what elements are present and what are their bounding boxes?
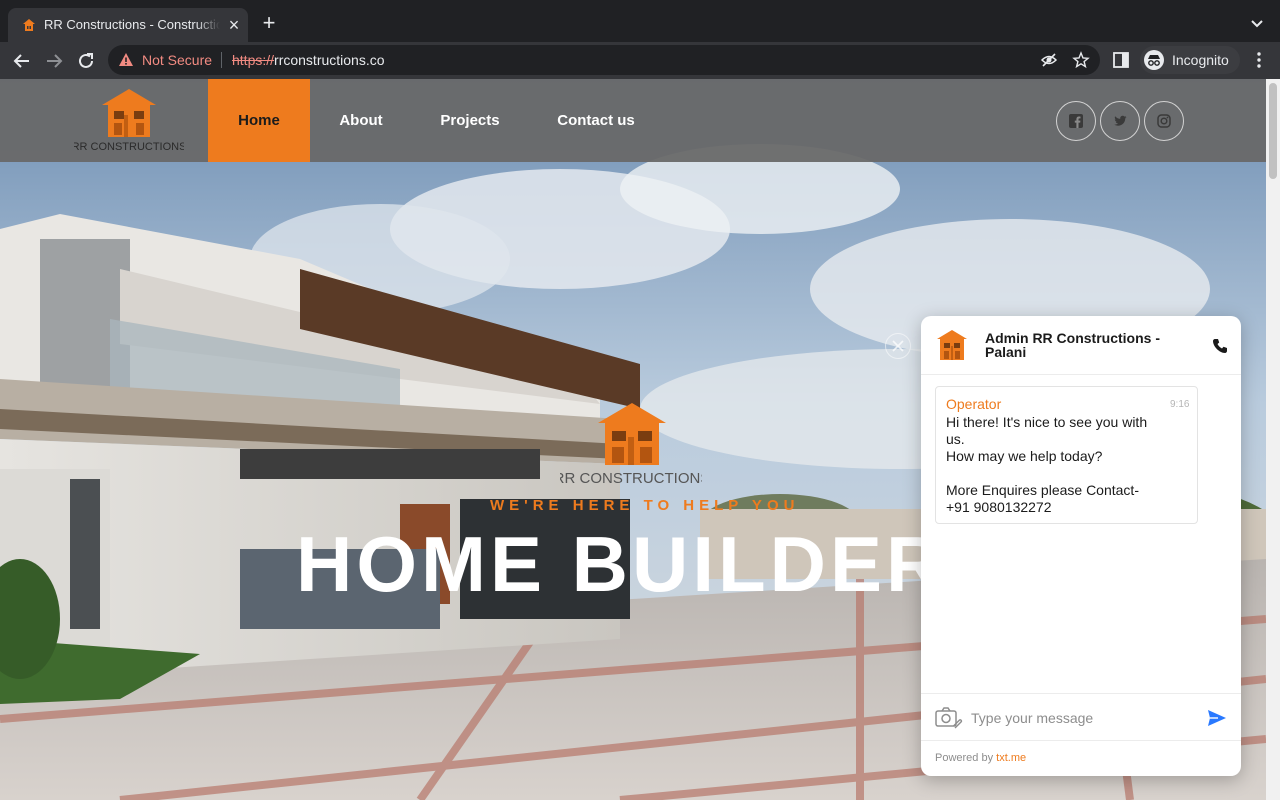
message-text: Hi there! It's nice to see you with us. … [946,414,1148,515]
message-time: 9:16 [1170,399,1190,410]
hero-title: HOME BUILDER [296,520,947,608]
incognito-badge[interactable]: Incognito [1140,46,1240,74]
phone-icon[interactable] [1211,337,1229,355]
message-author: Operator [946,396,1002,412]
powered-by: Powered by txt.me [935,752,1026,764]
send-icon[interactable] [1207,708,1227,728]
camera-attach-icon[interactable] [934,705,964,731]
address-divider [221,52,222,68]
incognito-icon [1144,50,1164,70]
tab-title: RR Constructions - Constructio [44,17,220,35]
chat-message: Operator 9:16 Hi there! It's nice to see… [935,386,1198,524]
new-tab-button[interactable]: + [258,12,280,34]
nav-projects[interactable]: Projects [412,79,528,162]
twitter-button[interactable] [1100,101,1140,141]
back-arrow-icon[interactable] [10,49,34,73]
chat-widget: Admin RR Constructions - Palani Operator… [921,316,1241,776]
page-viewport: RR CONSTRUCTIONS Home About Projects Con… [0,79,1280,800]
nav-contact-us[interactable]: Contact us [528,79,664,162]
chat-dismiss-button[interactable] [885,333,911,359]
hero-tagline: WE'RE HERE TO HELP YOU [490,497,800,514]
hero-logo-text: RR CONSTRUCTIONS [560,470,702,487]
page-scrollbar[interactable] [1266,79,1280,800]
close-icon [892,340,904,352]
hero-logo: RR CONSTRUCTIONS [560,403,702,487]
site-logo[interactable]: RR CONSTRUCTIONS [74,85,184,159]
address-bar[interactable]: Not Secure https://rrconstructions.co [108,45,1100,75]
agent-name: Admin RR Constructions - Palani [985,330,1160,360]
side-panel-icon[interactable] [1112,51,1130,69]
browser-toolbar: Not Secure https://rrconstructions.co In… [0,42,1280,79]
tab-search-chevron-icon[interactable] [1248,14,1266,32]
facebook-button[interactable] [1056,101,1096,141]
url-scheme: https:// [232,52,275,68]
message-input[interactable] [971,702,1191,734]
reload-icon[interactable] [74,49,98,73]
url-text[interactable]: https://rrconstructions.co [232,52,385,68]
nav-about[interactable]: About [310,79,412,162]
agent-avatar [937,330,967,360]
instagram-button[interactable] [1144,101,1184,141]
bookmark-star-icon[interactable] [1072,51,1090,69]
site-logo-text: RR CONSTRUCTIONS [74,141,184,153]
site-header: RR CONSTRUCTIONS Home About Projects Con… [0,79,1266,162]
chat-composer [921,693,1241,741]
warning-icon [119,53,133,66]
not-secure-label[interactable]: Not Secure [142,52,212,68]
instagram-icon [1157,114,1171,128]
url-host: rrconstructions.co [274,52,385,68]
twitter-icon [1114,115,1127,126]
nav-home[interactable]: Home [208,79,310,162]
browser-tab[interactable]: RR Constructions - Constructio × [8,8,248,42]
eye-slash-icon[interactable] [1040,51,1058,69]
powered-prefix: Powered by [935,752,994,764]
browser-menu-icon[interactable] [1250,50,1268,70]
incognito-label: Incognito [1172,52,1229,68]
scrollbar-thumb[interactable] [1269,83,1277,179]
browser-tab-strip: RR Constructions - Constructio × + [0,0,1280,42]
tab-close-icon[interactable]: × [224,15,244,35]
powered-brand-link[interactable]: txt.me [996,752,1026,764]
forward-arrow-icon[interactable] [42,49,66,73]
facebook-icon [1069,114,1083,128]
site-favicon-icon [23,19,35,31]
chat-header: Admin RR Constructions - Palani [921,316,1241,375]
